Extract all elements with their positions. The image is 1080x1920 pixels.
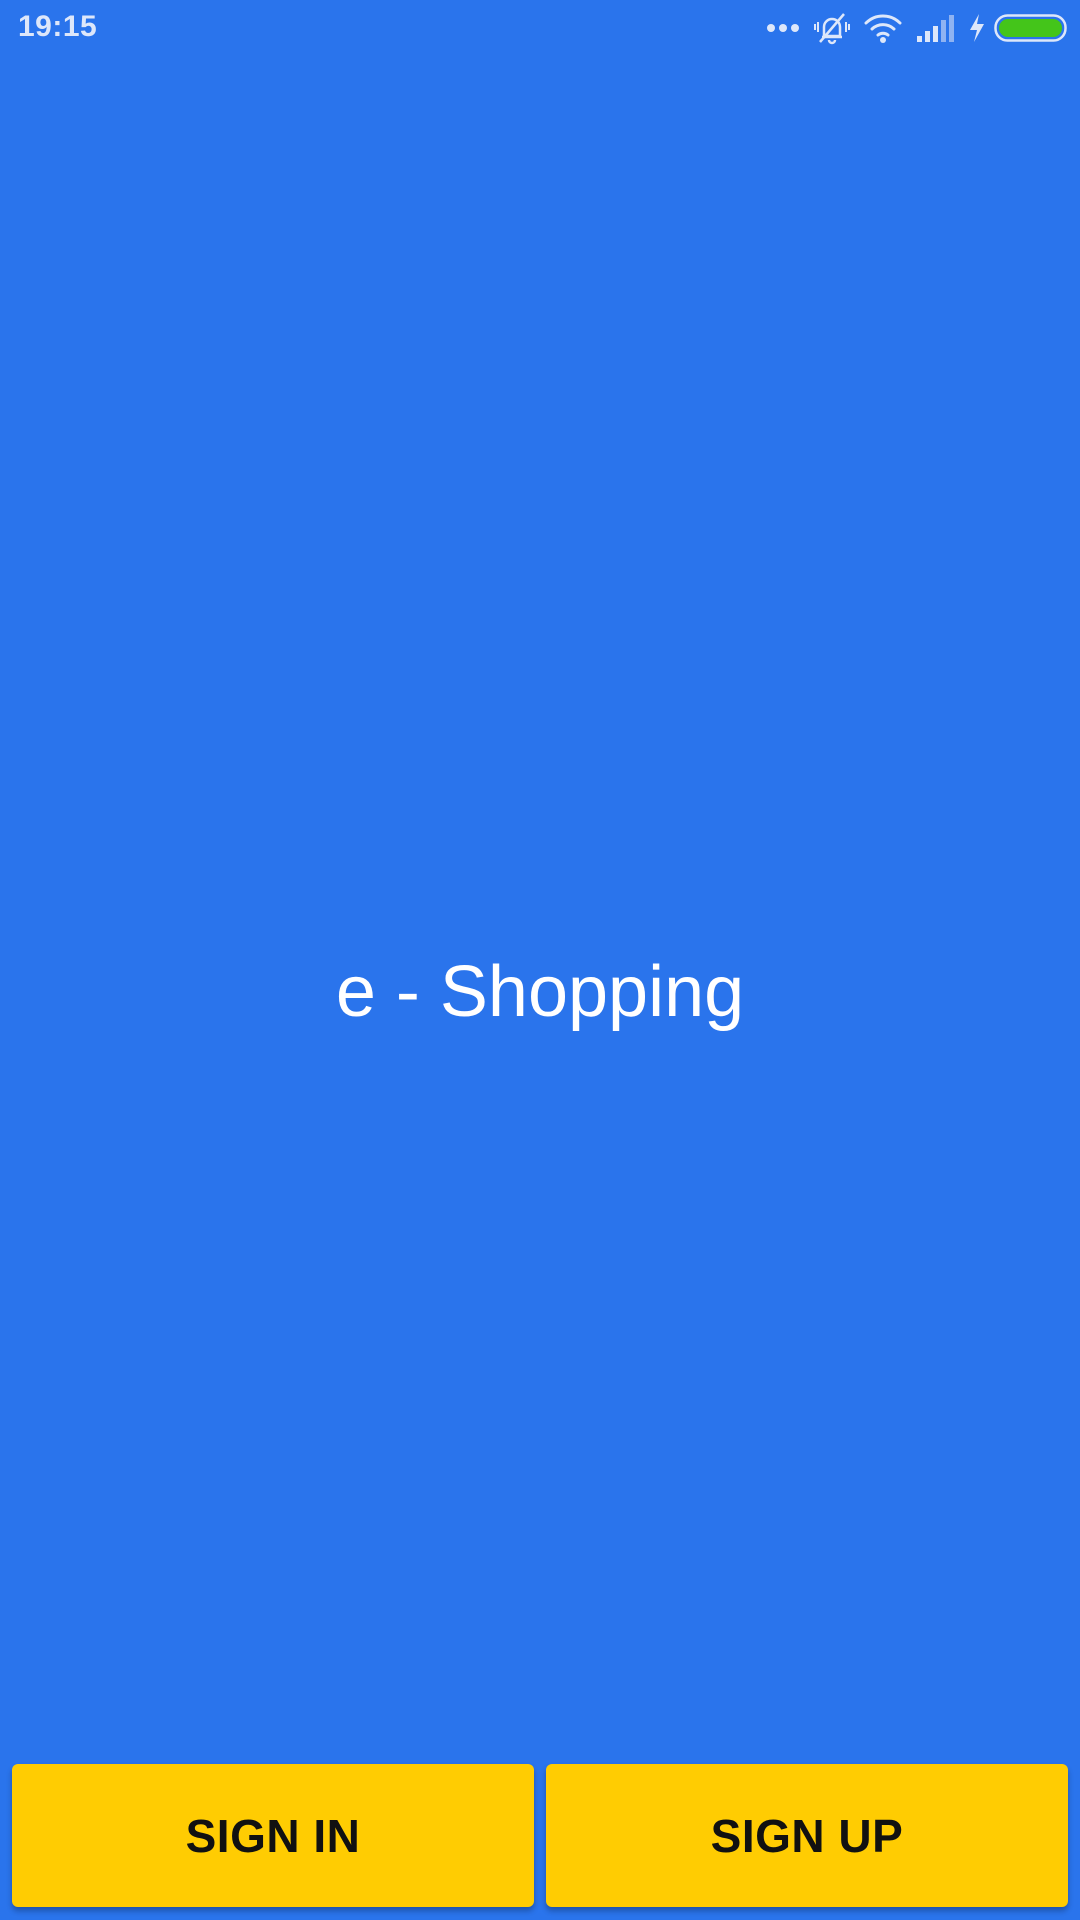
signal-icon	[916, 14, 954, 47]
status-bar: 19:15	[0, 0, 1080, 60]
more-dots-icon	[766, 21, 800, 39]
wifi-icon	[864, 13, 902, 48]
sign-in-button[interactable]: SIGN IN	[12, 1764, 534, 1907]
sign-up-button[interactable]: SIGN UP	[546, 1764, 1068, 1907]
charging-icon	[968, 13, 986, 48]
battery-icon	[994, 13, 1068, 48]
status-icons	[752, 10, 1068, 50]
status-time: 19:15	[18, 10, 98, 43]
bell-off-icon	[814, 10, 850, 51]
app-title: e - Shopping	[335, 952, 745, 1032]
